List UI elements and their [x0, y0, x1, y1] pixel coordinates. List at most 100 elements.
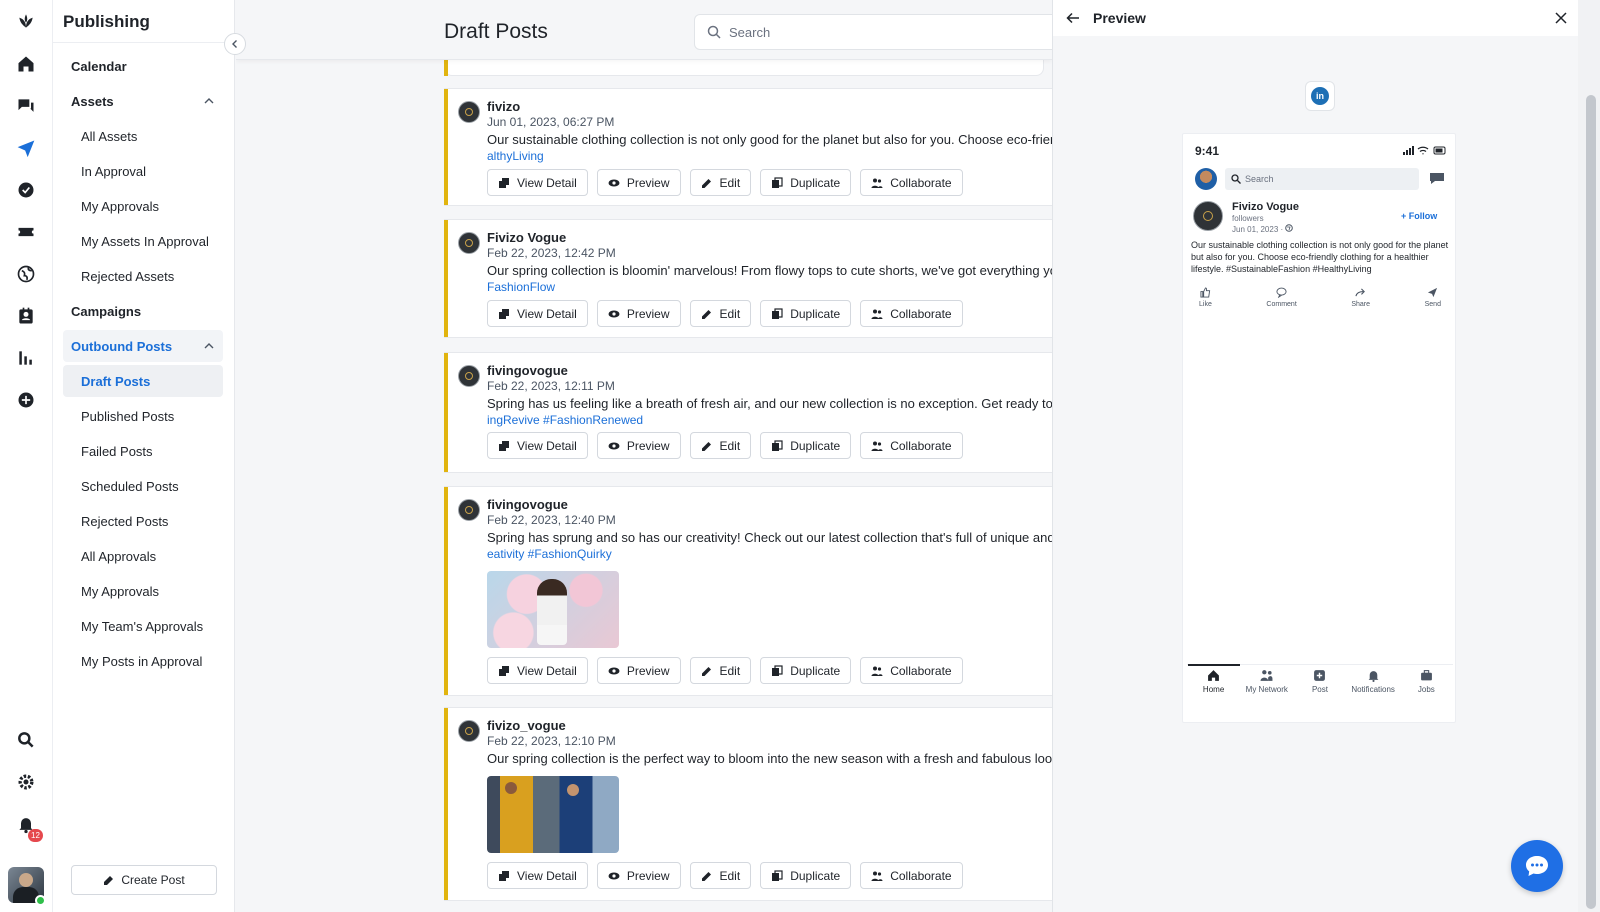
duplicate-label: Duplicate — [790, 175, 841, 190]
home-icon[interactable] — [14, 52, 38, 76]
sidebar-item-outbound-posts[interactable]: Outbound Posts — [63, 330, 223, 362]
duplicate-icon — [772, 307, 783, 319]
sidebar-item-in-approval[interactable]: In Approval — [63, 155, 223, 187]
sidebar-item-all-approvals[interactable]: All Approvals — [63, 540, 223, 572]
post-hashtags[interactable]: althyLiving — [487, 149, 544, 163]
collaborate-button[interactable]: Collaborate — [860, 862, 963, 889]
thumbs-up-icon — [1200, 287, 1211, 298]
home-icon — [1208, 670, 1220, 681]
search-icon[interactable] — [14, 728, 38, 752]
view-detail-button[interactable]: View Detail — [487, 862, 588, 889]
compose-icon — [104, 876, 114, 885]
contact-card-icon[interactable] — [14, 304, 38, 328]
edit-label: Edit — [719, 868, 741, 883]
preview-label: Preview — [626, 306, 670, 321]
gear-icon[interactable] — [14, 770, 38, 794]
sidebar-item-rejected-assets[interactable]: Rejected Assets — [63, 260, 223, 292]
post-card: fivingovogue Feb 22, 2023, 12:11 PM Spri… — [444, 352, 1052, 473]
sidebar-item-assets[interactable]: Assets — [63, 85, 223, 117]
phone-post-author: Fivizo Vogue — [1232, 201, 1300, 213]
globe-icon[interactable] — [14, 262, 38, 286]
phone-post-actions: Like Comment Share Send — [1191, 287, 1449, 308]
chat-bubbles-icon[interactable] — [14, 94, 38, 118]
sidebar-item-failed-posts[interactable]: Failed Posts — [63, 435, 223, 467]
sidebar-item-rejected-posts[interactable]: Rejected Posts — [63, 505, 223, 537]
sidebar-item-draft-posts[interactable]: Draft Posts — [63, 365, 223, 397]
sidebar-item-my-approvals[interactable]: My Approvals — [63, 575, 223, 607]
edit-label: Edit — [719, 663, 741, 678]
view-detail-icon — [499, 440, 509, 451]
post-text: Our spring collection is bloomin' marvel… — [487, 263, 1052, 278]
linkedin-phone-preview: 9:41 Search Fivizo Vogue followers Jun 0… — [1182, 133, 1456, 723]
preview-button[interactable]: Preview — [596, 657, 681, 684]
post-hashtags[interactable]: ingRevive #FashionRenewed — [487, 413, 643, 427]
duplicate-button[interactable]: Duplicate — [760, 657, 852, 684]
duplicate-button[interactable]: Duplicate — [760, 862, 852, 889]
view-detail-button[interactable]: View Detail — [487, 300, 588, 327]
post-image-thumbnail[interactable] — [487, 571, 619, 648]
linkedin-network-tab[interactable]: in — [1305, 81, 1335, 111]
linkedin-icon: in — [1311, 87, 1329, 105]
collaborate-button[interactable]: Collaborate — [860, 169, 963, 196]
scrollbar-thumb[interactable] — [1586, 95, 1596, 909]
phone-nav-label: Post — [1311, 685, 1328, 694]
edit-label: Edit — [719, 175, 741, 190]
brand-logo-icon[interactable] — [14, 9, 38, 33]
sidebar-item-scheduled-posts[interactable]: Scheduled Posts — [63, 470, 223, 502]
view-detail-button[interactable]: View Detail — [487, 657, 588, 684]
post-hashtags[interactable]: FashionFlow — [487, 280, 555, 294]
edit-button[interactable]: Edit — [689, 862, 752, 889]
sidebar-item-my-teams-approvals[interactable]: My Team's Approvals — [63, 610, 223, 642]
collaborate-button[interactable]: Collaborate — [860, 432, 963, 459]
preview-label: Preview — [626, 438, 670, 453]
phone-send-action: Send — [1425, 287, 1441, 308]
pencil-icon — [701, 871, 711, 881]
sidebar-item-all-assets[interactable]: All Assets — [63, 120, 223, 152]
close-icon[interactable] — [1553, 10, 1569, 26]
create-post-button[interactable]: Create Post — [71, 865, 217, 895]
edit-button[interactable]: Edit — [689, 300, 752, 327]
post-image-thumbnail[interactable] — [487, 776, 619, 853]
phone-comment-label: Comment — [1266, 301, 1297, 308]
ticket-icon[interactable] — [14, 220, 38, 244]
collaborate-button[interactable]: Collaborate — [860, 300, 963, 327]
live-chat-button[interactable] — [1511, 840, 1563, 892]
post-author: fivingovogue — [487, 363, 568, 378]
preview-button[interactable]: Preview — [596, 300, 681, 327]
preview-label: Preview — [626, 175, 670, 190]
view-detail-button[interactable]: View Detail — [487, 432, 588, 459]
publishing-sidebar: Publishing Calendar Assets All Assets In… — [53, 0, 235, 912]
sidebar-item-my-posts-in-approval[interactable]: My Posts in Approval — [63, 645, 223, 677]
check-circle-icon[interactable] — [14, 178, 38, 202]
bar-chart-icon[interactable] — [14, 346, 38, 370]
duplicate-button[interactable]: Duplicate — [760, 432, 852, 459]
post-card: fivingovogue Feb 22, 2023, 12:40 PM Spri… — [444, 486, 1052, 696]
preview-button[interactable]: Preview — [596, 862, 681, 889]
duplicate-button[interactable]: Duplicate — [760, 300, 852, 327]
view-detail-button[interactable]: View Detail — [487, 169, 588, 196]
preview-button[interactable]: Preview — [596, 169, 681, 196]
people-icon — [871, 666, 883, 676]
edit-button[interactable]: Edit — [689, 169, 752, 196]
view-detail-icon — [499, 177, 509, 188]
paper-plane-icon[interactable] — [14, 136, 38, 160]
post-card: fivizo Jun 01, 2023, 06:27 PM Our sustai… — [444, 88, 1052, 206]
add-circle-icon[interactable] — [14, 388, 38, 412]
arrow-left-icon[interactable] — [1065, 10, 1081, 26]
sidebar-item-campaigns[interactable]: Campaigns — [63, 295, 223, 327]
duplicate-button[interactable]: Duplicate — [760, 169, 852, 196]
page-scrollbar[interactable] — [1578, 0, 1600, 912]
edit-button[interactable]: Edit — [689, 432, 752, 459]
post-hashtags[interactable]: eativity #FashionQuirky — [487, 547, 612, 561]
sidebar-item-my-approvals-assets[interactable]: My Approvals — [63, 190, 223, 222]
sidebar-item-my-assets-in-approval[interactable]: My Assets In Approval — [63, 225, 223, 257]
sidebar-item-calendar[interactable]: Calendar — [63, 50, 223, 82]
edit-button[interactable]: Edit — [689, 657, 752, 684]
sidebar-item-published-posts[interactable]: Published Posts — [63, 400, 223, 432]
preview-title: Preview — [1093, 10, 1146, 26]
chevron-left-icon — [232, 40, 237, 48]
search-input[interactable]: Search — [694, 14, 1052, 50]
sidebar-collapse-button[interactable] — [224, 33, 246, 55]
preview-button[interactable]: Preview — [596, 432, 681, 459]
collaborate-button[interactable]: Collaborate — [860, 657, 963, 684]
